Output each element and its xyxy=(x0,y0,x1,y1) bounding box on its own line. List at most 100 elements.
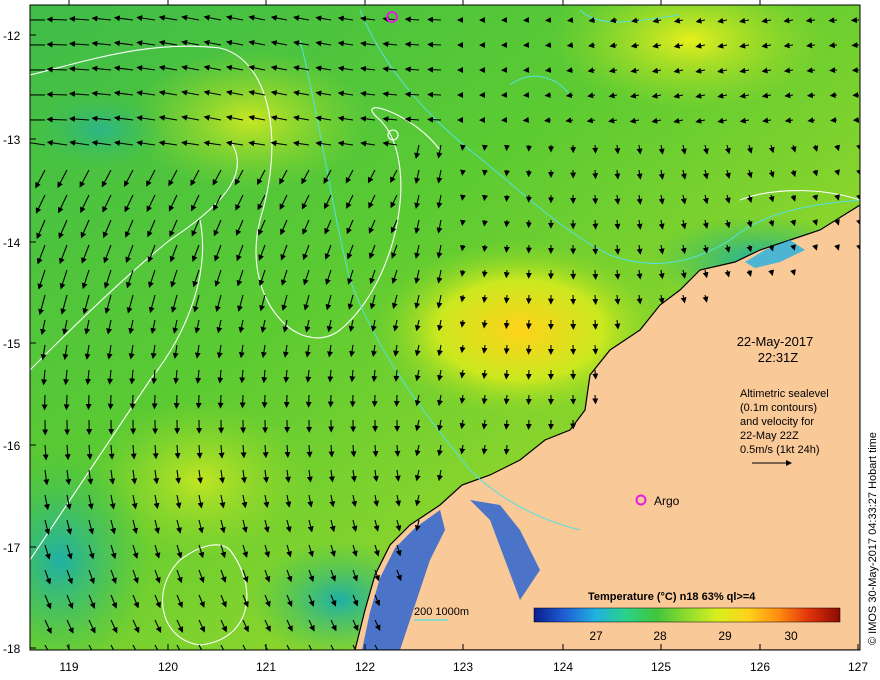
lon-tick-label: 122 xyxy=(355,660,375,674)
altimetry-note-line: and velocity for xyxy=(740,416,814,428)
map-date: 22-May-2017 xyxy=(737,334,814,349)
credit-text: © IMOS 30-May-2017 04:33:27 Hobart time xyxy=(867,432,879,645)
velocity-arrow xyxy=(592,244,599,255)
velocity-arrow xyxy=(239,394,246,409)
sst-map: -12 -13 -14 -15 -16 -17 -18 119 120 121 … xyxy=(3,0,879,674)
velocity-arrow xyxy=(63,394,70,411)
colorbar-title: Temperature (°C) n18 63% ql>=4 xyxy=(588,591,756,603)
lat-tick-label: -17 xyxy=(3,541,21,555)
velocity-arrow xyxy=(566,67,574,74)
velocity-arrow xyxy=(173,394,180,410)
velocity-arrow xyxy=(481,194,488,202)
velocity-arrow xyxy=(503,294,510,304)
argo-label: Argo xyxy=(654,494,680,508)
velocity-arrow xyxy=(807,117,816,124)
velocity-arrow xyxy=(592,194,599,205)
velocity-arrow xyxy=(46,16,68,23)
velocity-arrow xyxy=(806,92,816,99)
altimetry-note-line: 22-May 22Z xyxy=(740,430,799,442)
lat-tick-label: -16 xyxy=(3,439,21,453)
velocity-arrow xyxy=(46,91,68,98)
velocity-arrow xyxy=(427,66,442,73)
velocity-arrow xyxy=(544,92,552,99)
velocity-arrow xyxy=(482,169,488,176)
velocity-arrow xyxy=(46,66,68,73)
lon-tick-label: 125 xyxy=(651,660,671,674)
velocity-arrow xyxy=(85,394,92,410)
lat-tick-label: -12 xyxy=(3,29,21,43)
lon-tick-label: 120 xyxy=(158,660,178,674)
velocity-arrow xyxy=(129,394,136,410)
velocity-arrow xyxy=(829,92,838,99)
velocity-arrow xyxy=(544,67,552,73)
velocity-arrow xyxy=(592,169,599,180)
velocity-arrow xyxy=(592,319,599,330)
altimetry-note-line: Altimetric sealevel xyxy=(740,388,829,400)
velocity-arrow xyxy=(195,394,202,409)
velocity-arrow xyxy=(592,344,599,355)
velocity-arrow xyxy=(503,269,510,279)
velocity-arrow xyxy=(41,394,48,411)
colorbar-tick-label: 28 xyxy=(653,629,667,643)
lon-tick-label: 127 xyxy=(848,660,868,674)
velocity-arrow xyxy=(427,116,442,123)
altimetry-note-line: (0.1m contours) xyxy=(740,402,817,414)
velocity-arrow xyxy=(829,67,838,74)
velocity-arrow xyxy=(481,244,488,253)
colorbar-tick-label: 29 xyxy=(718,629,732,643)
lat-tick-label: -13 xyxy=(3,133,21,147)
lon-tick-label: 124 xyxy=(553,660,573,674)
colorbar-scale xyxy=(533,607,841,623)
velocity-arrow xyxy=(151,394,158,410)
velocity-arrow xyxy=(46,41,68,48)
velocity-arrow xyxy=(482,144,488,151)
velocity-arrow xyxy=(567,17,574,23)
lat-tick-label: -15 xyxy=(3,337,21,351)
velocity-arrow xyxy=(427,16,442,23)
velocity-arrow xyxy=(592,294,599,305)
lon-tick-label: 123 xyxy=(453,660,473,674)
velocity-arrow xyxy=(828,17,838,24)
velocity-arrow xyxy=(503,344,510,355)
velocity-arrow xyxy=(503,394,510,405)
velocity-arrow xyxy=(427,41,442,48)
depth-legend-label: 200 1000m xyxy=(414,606,469,618)
lon-tick-label: 119 xyxy=(59,660,78,674)
velocity-arrow xyxy=(828,42,838,49)
velocity-arrow xyxy=(592,144,599,154)
velocity-arrow xyxy=(503,244,510,253)
velocity-arrow xyxy=(217,394,224,409)
lon-tick-label: 121 xyxy=(256,660,276,674)
colorbar-tick-label: 27 xyxy=(589,629,603,643)
colorbar-tick-label: 30 xyxy=(784,629,798,643)
velocity-arrow xyxy=(46,116,68,123)
velocity-arrow xyxy=(592,269,599,280)
depth-legend: 200 1000m xyxy=(414,606,469,621)
map-time: 22:31Z xyxy=(758,350,799,365)
velocity-arrow xyxy=(566,42,574,49)
velocity-arrow xyxy=(544,117,552,124)
velocity-arrow xyxy=(588,17,596,24)
velocity-arrow xyxy=(460,144,466,151)
lon-tick-label: 126 xyxy=(750,660,770,674)
velocity-arrow xyxy=(107,394,114,410)
lat-tick-label: -14 xyxy=(3,236,21,250)
altimetry-note-line: 0.5m/s (1kt 24h) xyxy=(740,444,819,456)
velocity-arrow xyxy=(427,91,442,98)
velocity-arrow xyxy=(460,169,466,176)
velocity-arrow xyxy=(503,369,510,380)
velocity-arrow xyxy=(503,444,510,455)
velocity-arrow xyxy=(592,369,599,380)
velocity-arrow xyxy=(261,394,268,409)
velocity-arrow xyxy=(503,419,510,430)
velocity-arrow xyxy=(460,194,466,201)
velocity-arrow xyxy=(481,269,488,278)
lat-tick-label: -18 xyxy=(3,642,21,656)
velocity-arrow xyxy=(503,319,510,330)
velocity-arrow xyxy=(503,219,510,228)
velocity-arrow xyxy=(481,219,488,227)
velocity-arrow xyxy=(592,394,599,405)
velocity-arrow xyxy=(592,219,599,230)
velocity-arrow xyxy=(565,92,574,99)
velocity-arrow xyxy=(459,244,466,252)
